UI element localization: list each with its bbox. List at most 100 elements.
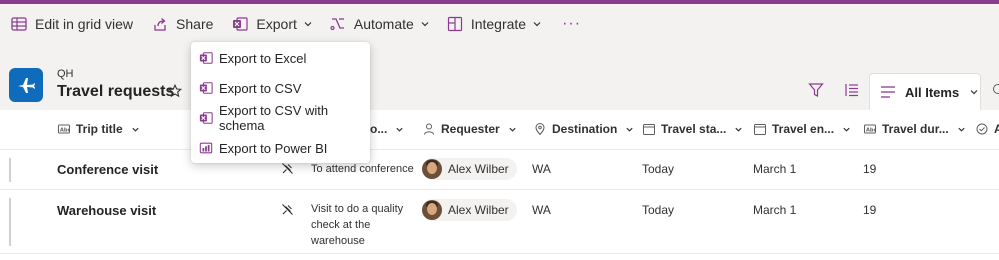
column-header-label: A — [994, 122, 999, 136]
svg-text:Abc: Abc — [60, 127, 70, 133]
group-by-icon[interactable] — [844, 82, 860, 98]
excel-icon — [231, 15, 249, 33]
text-field-icon: Abc — [58, 123, 70, 135]
row-selection-handle[interactable] — [9, 198, 11, 246]
command-bar: Edit in grid view Share Export Automate … — [0, 4, 999, 44]
edit-grid-view-label: Edit in grid view — [35, 16, 134, 32]
airplane-icon — [9, 68, 43, 102]
column-header-travel-start[interactable]: Travel sta... — [643, 122, 743, 136]
chevron-down-icon — [395, 125, 404, 134]
filter-icon[interactable] — [808, 82, 824, 98]
grid-icon — [10, 15, 28, 33]
column-header-purpose[interactable]: o... — [370, 122, 404, 136]
column-header-label: Travel dur... — [882, 122, 949, 136]
purpose-cell: To attend conference — [311, 163, 414, 175]
svg-text:Abc: Abc — [866, 127, 876, 133]
power-bi-icon — [199, 141, 213, 155]
chevron-down-icon — [969, 87, 979, 97]
requester-name: Alex Wilber — [448, 203, 509, 217]
excel-icon — [199, 111, 213, 125]
location-pin-icon — [534, 123, 546, 135]
excel-icon — [199, 51, 213, 65]
menu-item-export-csv[interactable]: Export to CSV — [191, 73, 370, 103]
column-header-label: o... — [370, 122, 388, 136]
travel-start-cell: Today — [642, 203, 675, 217]
trip-title-cell[interactable]: Conference visit — [57, 162, 158, 177]
column-header-destination[interactable]: Destination — [534, 122, 634, 136]
no-attachment-icon — [281, 162, 294, 178]
requester-persona[interactable]: Alex Wilber — [422, 199, 517, 221]
purpose-cell: Visit to do a quality check at the wareh… — [311, 203, 404, 247]
list-grid: Abc Trip title o... Requester Destinatio… — [0, 110, 999, 260]
edit-grid-view-button[interactable]: Edit in grid view — [4, 4, 139, 44]
integrate-label: Integrate — [470, 16, 527, 32]
chevron-down-icon — [131, 125, 140, 134]
column-header-label: Requester — [441, 122, 500, 136]
chevron-down-icon — [842, 125, 851, 134]
automate-button[interactable]: Automate — [323, 4, 436, 44]
chevron-down-icon — [532, 19, 542, 29]
column-header-trip-title[interactable]: Abc Trip title — [58, 122, 140, 136]
share-icon — [151, 15, 169, 33]
export-dropdown-menu: Export to Excel Export to CSV Export to … — [191, 42, 370, 163]
row-selection-handle[interactable] — [9, 158, 11, 182]
view-switcher-tab[interactable]: All Items — [869, 73, 981, 110]
column-header-travel-duration[interactable]: Abc Travel dur... — [864, 122, 966, 136]
share-label: Share — [176, 16, 214, 32]
destination-cell: WA — [532, 162, 551, 176]
requester-name: Alex Wilber — [448, 162, 509, 176]
column-header-row: Abc Trip title o... Requester Destinatio… — [0, 110, 999, 150]
calendar-icon — [643, 123, 655, 135]
excel-icon — [199, 81, 213, 95]
menu-item-export-excel[interactable]: Export to Excel — [191, 43, 370, 73]
column-header-label: Destination — [552, 122, 618, 136]
avatar — [422, 200, 442, 220]
integrate-icon — [446, 15, 464, 33]
person-icon — [423, 123, 435, 135]
destination-cell: WA — [532, 203, 551, 217]
table-row[interactable]: Warehouse visit Visit to do a quality ch… — [0, 190, 999, 254]
menu-item-export-csv-schema[interactable]: Export to CSV with schema — [191, 103, 370, 133]
trip-title-cell[interactable]: Warehouse visit — [57, 203, 156, 218]
column-header-requester[interactable]: Requester — [423, 122, 517, 136]
chevron-down-icon — [734, 125, 743, 134]
chevron-down-icon — [625, 125, 634, 134]
menu-item-export-powerbi[interactable]: Export to Power BI — [191, 133, 370, 163]
integrate-button[interactable]: Integrate — [440, 4, 548, 44]
column-header-approval[interactable]: A — [976, 122, 999, 136]
no-attachment-icon — [281, 203, 294, 219]
favorite-star-icon[interactable] — [167, 83, 183, 98]
calendar-icon — [754, 123, 766, 135]
list-header: QH Travel requests — [0, 44, 999, 110]
view-name: All Items — [905, 84, 960, 100]
travel-end-cell: March 1 — [753, 162, 797, 176]
chevron-down-icon — [420, 19, 430, 29]
travel-start-cell: Today — [642, 162, 675, 176]
menu-item-label: Export to CSV with schema — [219, 103, 329, 133]
requester-persona[interactable]: Alex Wilber — [422, 158, 517, 180]
automate-label: Automate — [353, 16, 414, 32]
site-abbreviation: QH — [57, 68, 74, 80]
check-circle-icon — [976, 123, 988, 135]
export-button[interactable]: Export — [225, 4, 318, 44]
menu-item-label: Export to CSV — [219, 80, 302, 96]
column-header-label: Travel sta... — [661, 122, 727, 136]
more-options-button[interactable]: ··· — [562, 15, 581, 33]
travel-duration-cell: 19 — [863, 162, 877, 176]
automate-icon — [329, 15, 347, 33]
chevron-down-icon — [957, 125, 966, 134]
table-row[interactable]: Conference visit To attend conference Al… — [0, 150, 999, 190]
chevron-down-icon — [303, 19, 313, 29]
travel-duration-cell: 19 — [863, 203, 877, 217]
page-title: Travel requests — [57, 83, 175, 100]
column-header-label: Trip title — [76, 122, 123, 136]
menu-item-label: Export to Excel — [219, 50, 307, 66]
travel-end-cell: March 1 — [753, 203, 797, 217]
view-lines-icon — [881, 86, 895, 98]
export-label: Export — [256, 16, 297, 32]
column-header-travel-end[interactable]: Travel en... — [754, 122, 851, 136]
avatar — [422, 159, 442, 179]
partial-circle-icon[interactable] — [993, 84, 999, 94]
chevron-down-icon — [508, 125, 517, 134]
share-button[interactable]: Share — [145, 4, 219, 44]
